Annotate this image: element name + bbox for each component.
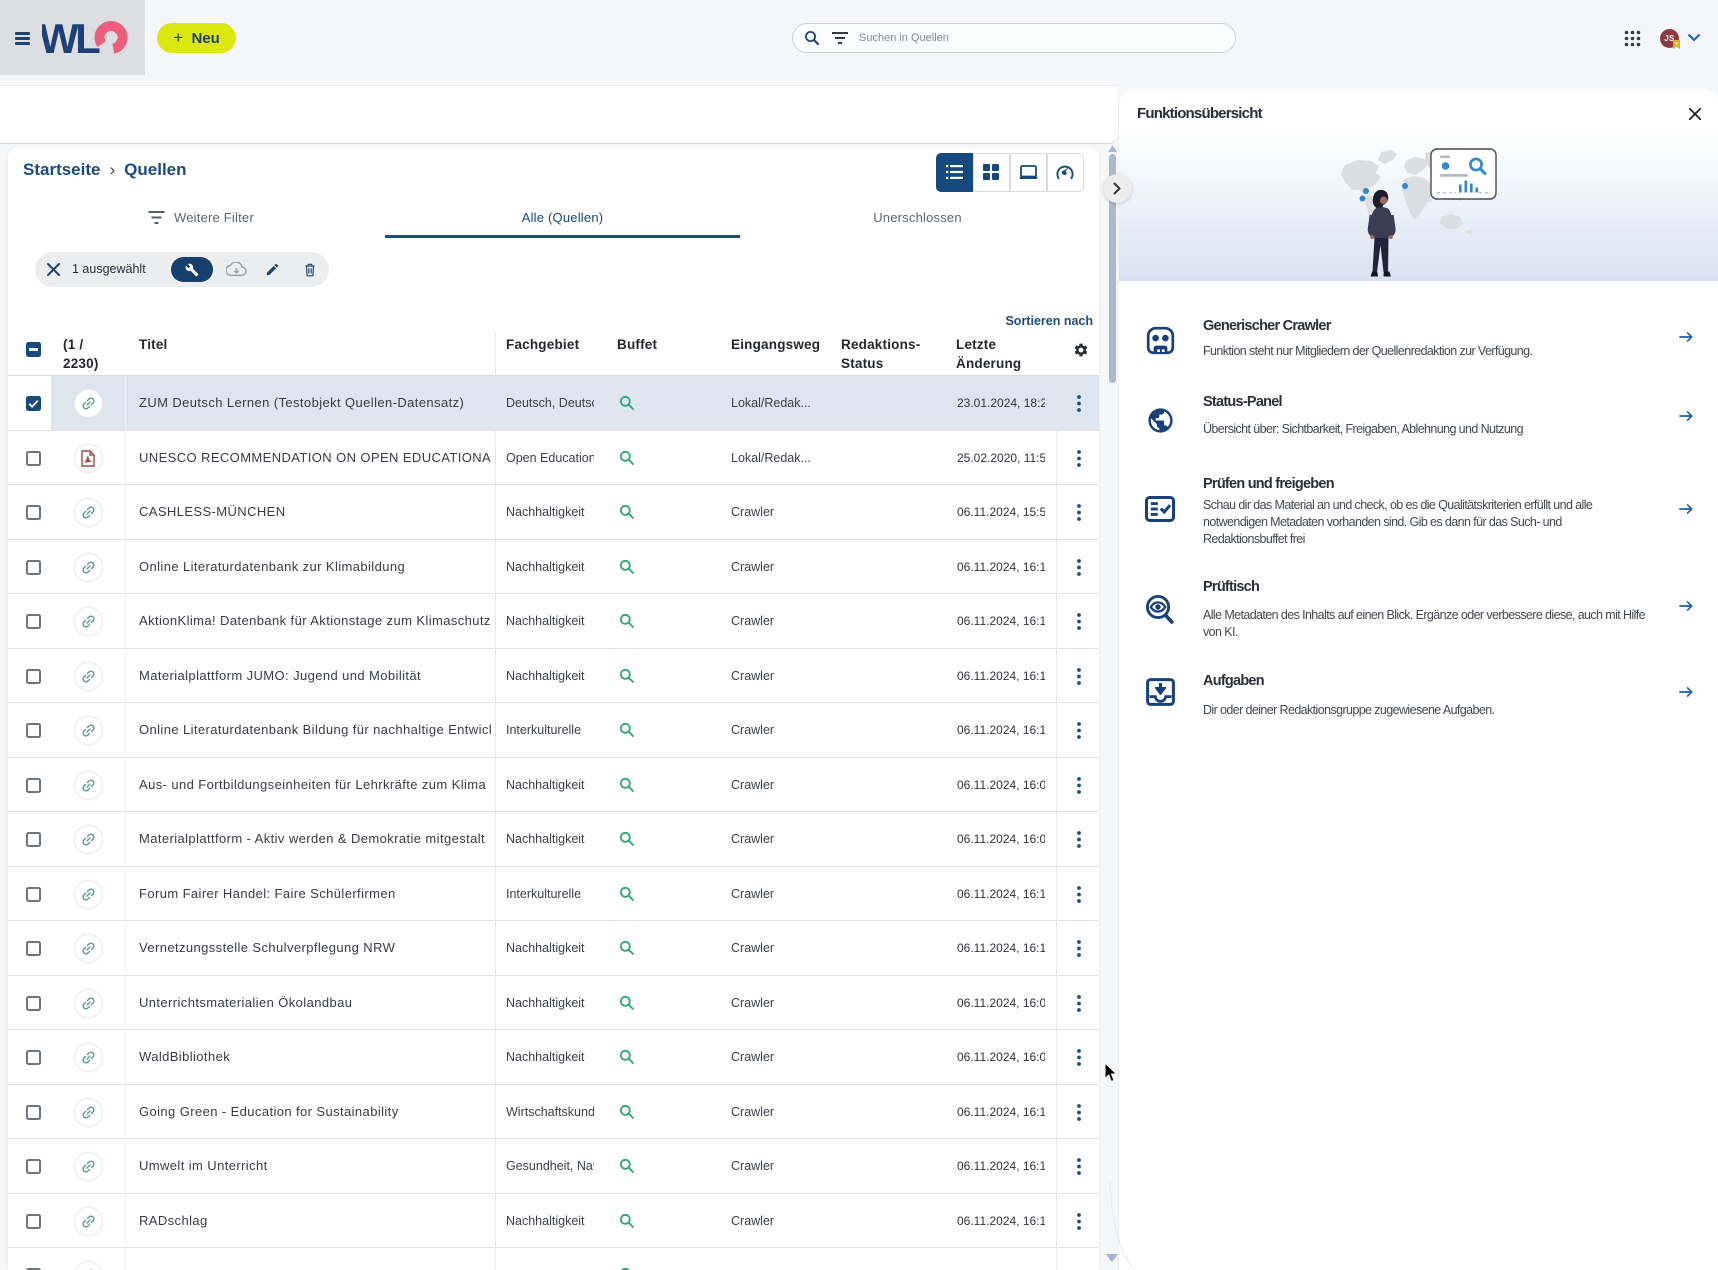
svg-text:WL: WL	[42, 20, 100, 56]
